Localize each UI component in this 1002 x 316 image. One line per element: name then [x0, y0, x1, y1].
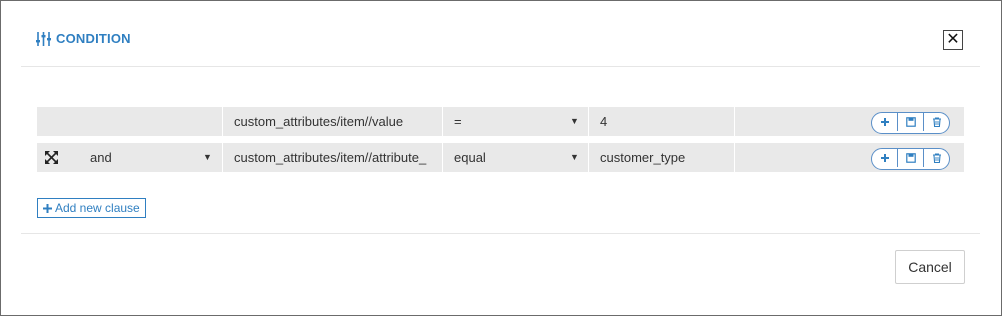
- save-row-button[interactable]: [897, 113, 923, 131]
- move-arrows-icon[interactable]: [45, 151, 58, 164]
- condition-dialog: CONDITION ✕ custom_attributes/item//valu…: [0, 0, 1002, 316]
- add-new-clause-button[interactable]: Add new clause: [37, 198, 146, 218]
- caret-down-icon: ▼: [570, 116, 579, 126]
- value-text: 4: [600, 114, 608, 129]
- header-divider: [21, 66, 980, 67]
- add-row-button[interactable]: [872, 113, 897, 131]
- cancel-button[interactable]: Cancel: [895, 250, 965, 284]
- attribute-field[interactable]: custom_attributes/item//value: [222, 107, 442, 136]
- dialog-header: CONDITION ✕: [1, 1, 1001, 67]
- value-field[interactable]: 4: [588, 107, 734, 136]
- comparator-select[interactable]: equal ▼: [442, 143, 588, 172]
- cancel-label: Cancel: [908, 259, 952, 275]
- row-actions-group: [871, 148, 950, 170]
- row-actions-group: [871, 112, 950, 134]
- save-row-button[interactable]: [897, 149, 923, 167]
- attribute-value: custom_attributes/item//attribute_: [234, 150, 427, 165]
- attribute-field[interactable]: custom_attributes/item//attribute_: [222, 143, 442, 172]
- save-icon: [905, 117, 916, 127]
- dialog-title: CONDITION: [56, 31, 131, 46]
- footer-divider: [21, 233, 980, 234]
- trash-icon: [932, 117, 941, 127]
- dialog-title-group: CONDITION: [36, 31, 131, 46]
- value-text: customer_type: [600, 150, 686, 165]
- filter-sliders-icon: [36, 31, 51, 46]
- close-icon: ✕: [946, 31, 960, 48]
- delete-row-button[interactable]: [923, 113, 949, 131]
- comparator-value: equal: [454, 150, 486, 165]
- plus-icon: [880, 118, 889, 126]
- caret-down-icon: ▼: [203, 152, 212, 162]
- plus-icon: [43, 203, 52, 213]
- comparator-select[interactable]: = ▼: [442, 107, 588, 136]
- save-icon: [905, 153, 916, 163]
- logical-operator-select[interactable]: and ▼: [79, 143, 222, 172]
- value-field[interactable]: customer_type: [588, 143, 734, 172]
- attribute-value: custom_attributes/item//value: [234, 114, 404, 129]
- close-button[interactable]: ✕: [943, 30, 963, 50]
- delete-row-button[interactable]: [923, 149, 949, 167]
- add-row-button[interactable]: [872, 149, 897, 167]
- caret-down-icon: ▼: [570, 152, 579, 162]
- operator-cell-empty: [37, 107, 222, 136]
- add-new-clause-label: Add new clause: [55, 201, 140, 215]
- logical-operator-value: and: [90, 150, 112, 165]
- condition-row: custom_attributes/item//value = ▼ 4: [37, 107, 964, 136]
- trash-icon: [932, 153, 941, 163]
- condition-row: and ▼ custom_attributes/item//attribute_…: [37, 143, 964, 172]
- plus-icon: [880, 154, 889, 162]
- comparator-value: =: [454, 114, 462, 129]
